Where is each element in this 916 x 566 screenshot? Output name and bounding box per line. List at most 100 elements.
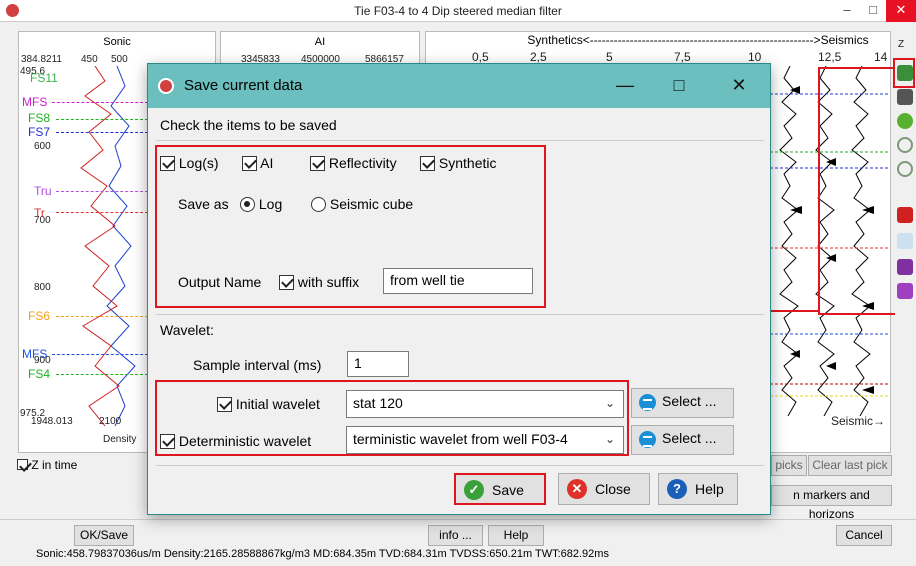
depth-tick: 975.2 <box>20 408 46 419</box>
window-maximize-button[interactable]: □ <box>860 0 886 22</box>
clear-icon[interactable] <box>897 207 913 223</box>
clear-last-pick-button[interactable]: Clear last pick <box>808 455 892 476</box>
deterministic-wavelet-label: Deterministic wavelet <box>178 433 312 449</box>
marker-line <box>56 316 148 317</box>
sample-interval-label: Sample interval (ms) <box>193 357 322 373</box>
divider <box>156 314 764 315</box>
cancel-button[interactable]: Cancel <box>836 525 892 546</box>
reflectivity-check[interactable] <box>310 156 325 171</box>
sonic-tick: 384.8211 <box>21 54 62 65</box>
camera-icon[interactable] <box>897 89 913 105</box>
wavelet-alt-icon[interactable] <box>897 283 913 299</box>
chevron-down-icon: ⌄ <box>604 396 615 410</box>
deterministic-wavelet-checkbox[interactable]: Deterministic wavelet <box>160 433 311 449</box>
deterministic-wavelet-select[interactable]: terministic wavelet from well F03-4 ⌄ <box>346 426 624 454</box>
close-circle-icon: ✕ <box>567 479 587 499</box>
density-label: Density <box>103 434 137 445</box>
seismic-radio-button[interactable] <box>311 197 326 212</box>
help-button-label: Help <box>695 481 724 497</box>
picks-button[interactable]: picks <box>771 455 807 476</box>
chevron-down-icon: ⌄ <box>601 432 615 446</box>
synth-tick: 5 <box>606 50 613 64</box>
window-minimize-button[interactable]: – <box>834 0 860 22</box>
sonic-tick: 500 <box>111 54 128 65</box>
marker-line <box>56 374 148 375</box>
ai-log-panel[interactable]: AI 3345833 4500000 5866157 <box>220 31 420 67</box>
synth-tick: 7,5 <box>674 50 691 64</box>
seismic-radio-label: Seismic cube <box>329 196 414 212</box>
logs-checkbox[interactable]: Log(s) <box>160 155 219 171</box>
markers-horizons-button[interactable]: n markers and horizons <box>771 485 892 521</box>
synth-tick: 0,5 <box>472 50 489 64</box>
divider <box>0 519 916 520</box>
depth-tick: 600 <box>34 141 51 152</box>
ok-save-button[interactable]: OK/Save <box>74 525 134 546</box>
depth-tick: 800 <box>34 282 51 293</box>
wavelet-icon[interactable] <box>897 259 913 275</box>
markers-icon[interactable] <box>897 233 913 249</box>
dialog-minimize-button[interactable]: — <box>610 72 640 98</box>
initial-wavelet-check[interactable] <box>217 397 232 412</box>
window-close-button[interactable]: ✕ <box>886 0 916 22</box>
wavelet-label: Wavelet: <box>160 322 214 338</box>
sonic-title: Sonic <box>103 36 131 48</box>
initial-wavelet-select-button[interactable]: Select ... <box>631 388 734 418</box>
help-dialog-button[interactable]: ? Help <box>658 473 738 505</box>
zoom-in-icon[interactable] <box>897 137 913 153</box>
deterministic-wavelet-check[interactable] <box>160 434 175 449</box>
zoom-out-icon[interactable] <box>897 161 913 177</box>
marker-line <box>56 212 148 213</box>
save-as-seismic-radio[interactable]: Seismic cube <box>311 196 413 212</box>
synth-tick: 14 <box>874 50 888 64</box>
ai-check[interactable] <box>242 156 257 171</box>
z-in-time-checkbox[interactable]: Z in time <box>17 458 77 472</box>
dialog-maximize-button[interactable]: □ <box>664 72 694 98</box>
divider <box>156 140 764 141</box>
dialog-heading: Check the items to be saved <box>160 117 337 133</box>
annotation-box-save-icon <box>893 58 915 88</box>
marker-label: MFS <box>22 95 48 109</box>
initial-wavelet-checkbox[interactable]: Initial wavelet <box>217 396 320 412</box>
logs-check[interactable] <box>160 156 175 171</box>
initial-wavelet-select[interactable]: stat 120 ⌄ <box>346 390 624 418</box>
save-as-log-radio[interactable]: Log <box>240 196 282 212</box>
with-suffix-checkbox[interactable]: with suffix <box>279 274 359 290</box>
status-bar: Sonic:458.79837036us/m Density:2165.2858… <box>36 548 609 560</box>
marker-label: Tru <box>34 184 52 198</box>
marker-label: FS11 <box>30 71 58 85</box>
select-label: Select ... <box>662 430 717 446</box>
help-button[interactable]: Help <box>488 525 544 546</box>
annotation-box-seismic <box>818 67 898 315</box>
synthetic-label: Synthetic <box>438 155 497 171</box>
checkmark-icon: ✓ <box>464 480 484 500</box>
close-button[interactable]: ✕ Close <box>558 473 650 505</box>
with-suffix-check[interactable] <box>279 275 294 290</box>
list-icon <box>639 394 656 411</box>
settings-icon[interactable] <box>897 113 913 129</box>
seismic-label: Seismic→ <box>831 414 886 428</box>
help-icon: ? <box>667 479 687 499</box>
output-name-label: Output Name <box>178 274 262 290</box>
save-button[interactable]: ✓ Save <box>454 473 546 505</box>
z-in-time-check[interactable] <box>17 459 28 470</box>
dialog-close-button[interactable]: ✕ <box>724 72 754 98</box>
synth-tick: 2,5 <box>530 50 547 64</box>
marker-line <box>56 132 148 133</box>
info-button[interactable]: info ... <box>428 525 483 546</box>
initial-wavelet-label: Initial wavelet <box>235 396 320 412</box>
synth-tick: 10 <box>748 50 762 64</box>
close-button-label: Close <box>595 481 631 497</box>
window-title: Tie F03-4 to 4 Dip steered median filter <box>354 4 562 18</box>
synthetics-title: Synthetics<-----------------------------… <box>527 33 869 47</box>
synthetic-check[interactable] <box>420 156 435 171</box>
output-name-input[interactable]: from well tie <box>383 268 533 294</box>
sample-interval-input[interactable]: 1 <box>347 351 409 377</box>
log-radio-button[interactable] <box>240 197 255 212</box>
synthetic-checkbox[interactable]: Synthetic <box>420 155 496 171</box>
marker-line <box>56 191 148 192</box>
ai-checkbox[interactable]: AI <box>242 155 273 171</box>
marker-label: FS7 <box>28 125 51 139</box>
reflectivity-checkbox[interactable]: Reflectivity <box>310 155 397 171</box>
deterministic-wavelet-select-button[interactable]: Select ... <box>631 425 734 455</box>
marker-label: FS6 <box>28 309 51 323</box>
